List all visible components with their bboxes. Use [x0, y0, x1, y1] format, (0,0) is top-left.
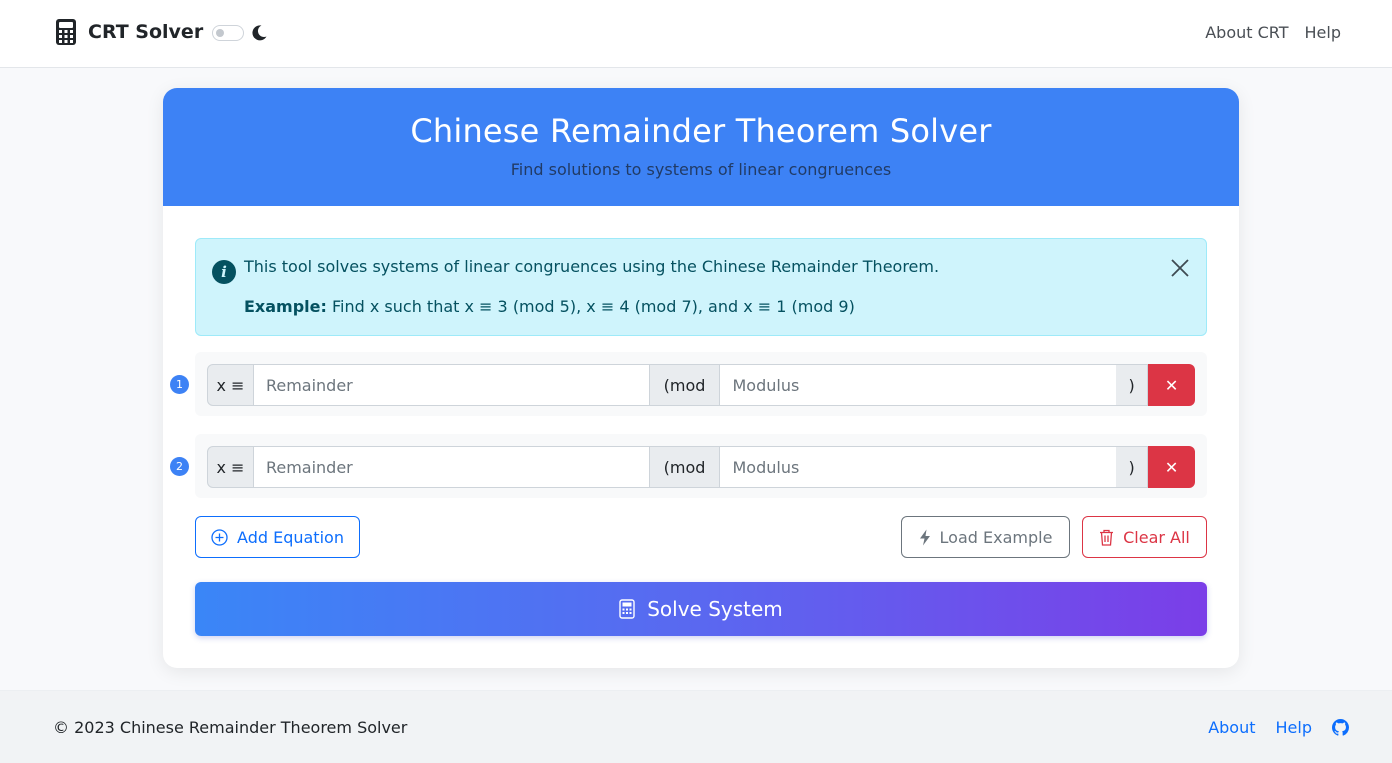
modulus-input[interactable]: Modulus [719, 446, 1117, 488]
add-equation-button[interactable]: Add Equation [195, 516, 360, 558]
navbar: CRT Solver About CRT Help [0, 0, 1392, 68]
remainder-input[interactable]: Remainder [253, 364, 650, 406]
footer: © 2023 Chinese Remainder Theorem Solver … [0, 690, 1392, 763]
calculator-icon [619, 599, 635, 619]
github-icon[interactable] [1332, 719, 1349, 736]
equation-number-badge: 1 [170, 375, 189, 394]
page-title: Chinese Remainder Theorem Solver [410, 112, 992, 150]
remainder-input[interactable]: Remainder [253, 446, 650, 488]
nav-link-help[interactable]: Help [1305, 23, 1341, 42]
plus-circle-icon [211, 528, 228, 546]
solve-system-button[interactable]: Solve System [195, 582, 1207, 636]
nav-link-about-crt[interactable]: About CRT [1205, 23, 1288, 42]
mod-label: (mod [649, 446, 720, 488]
alert-example: Example: Find x such that x ≡ 3 (mod 5),… [244, 297, 855, 316]
add-equation-label: Add Equation [237, 527, 344, 547]
page-subtitle: Find solutions to systems of linear cong… [510, 160, 892, 179]
info-icon: i [212, 260, 236, 284]
alert-example-label: Example: [244, 297, 327, 316]
solver-card: Chinese Remainder Theorem Solver Find so… [163, 88, 1239, 668]
mod-label: (mod [649, 364, 720, 406]
equation-row: 2 x ≡ Remainder (mod Modulus ) ✕ [170, 434, 1207, 498]
toggle-knob [216, 29, 224, 37]
clear-all-button[interactable]: Clear All [1082, 516, 1207, 558]
calculator-icon [56, 19, 76, 45]
modulus-input[interactable]: Modulus [719, 364, 1117, 406]
solve-system-label: Solve System [647, 597, 783, 621]
footer-links: About Help [1208, 718, 1349, 737]
brand[interactable]: CRT Solver [55, 18, 203, 46]
card-header: Chinese Remainder Theorem Solver Find so… [163, 88, 1239, 206]
clear-all-label: Clear All [1123, 527, 1190, 547]
close-paren-label: ) [1116, 364, 1149, 406]
load-example-button[interactable]: Load Example [901, 516, 1070, 558]
load-example-label: Load Example [939, 527, 1053, 547]
footer-link-help[interactable]: Help [1276, 718, 1312, 737]
trash-icon [1100, 529, 1114, 546]
lightning-icon [919, 529, 930, 545]
equation-input-group: x ≡ Remainder (mod Modulus ) ✕ [207, 364, 1196, 406]
equation-row: 1 x ≡ Remainder (mod Modulus ) ✕ [170, 352, 1207, 416]
nav-links: About CRT Help [1205, 23, 1341, 42]
info-alert: i This tool solves systems of linear con… [195, 238, 1207, 336]
brand-name: CRT Solver [88, 21, 204, 43]
x-congruent-label: x ≡ [207, 446, 254, 488]
equation-number-badge: 2 [170, 457, 189, 476]
alert-message: This tool solves systems of linear congr… [244, 257, 940, 276]
theme-toggle[interactable] [212, 25, 244, 41]
close-icon[interactable] [1169, 257, 1191, 279]
equation-input-group: x ≡ Remainder (mod Modulus ) ✕ [207, 446, 1196, 488]
copyright-text: © 2023 Chinese Remainder Theorem Solver [53, 718, 408, 737]
alert-example-text: Find x such that x ≡ 3 (mod 5), x ≡ 4 (m… [332, 297, 855, 316]
footer-link-about[interactable]: About [1208, 718, 1255, 737]
x-congruent-label: x ≡ [207, 364, 254, 406]
remove-equation-button[interactable]: ✕ [1148, 446, 1196, 488]
moon-icon [252, 25, 267, 41]
close-paren-label: ) [1116, 446, 1149, 488]
remove-equation-button[interactable]: ✕ [1148, 364, 1196, 406]
